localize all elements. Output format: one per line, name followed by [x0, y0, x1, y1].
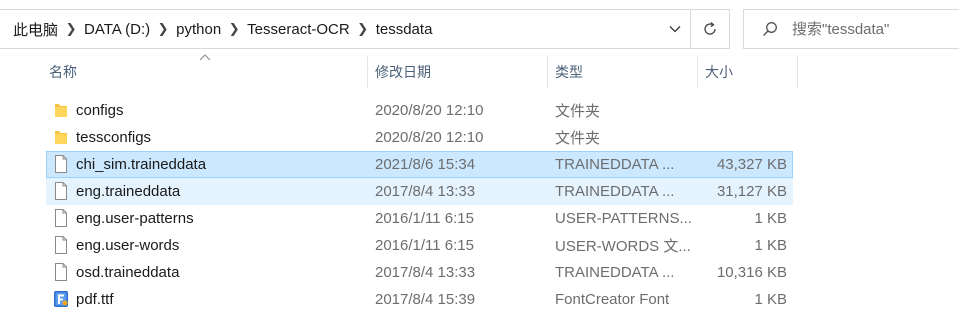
file-row[interactable]: configs 2020/8/20 12:10 文件夹 [46, 97, 793, 124]
column-header-name[interactable]: 名称 [49, 56, 367, 88]
file-row[interactable]: osd.traineddata 2017/8/4 13:33 TRAINEDDA… [46, 259, 793, 286]
file-row-selected[interactable]: chi_sim.traineddata 2021/8/6 15:34 TRAIN… [46, 151, 793, 178]
file-name: configs [76, 102, 124, 119]
column-divider[interactable] [547, 56, 548, 88]
address-bar[interactable]: 此电脑 ❯ DATA (D:) ❯ python ❯ Tesseract-OCR… [0, 9, 730, 49]
chevron-right-icon[interactable]: ❯ [61, 21, 81, 37]
column-divider[interactable] [697, 56, 698, 88]
file-name: eng.user-patterns [76, 210, 194, 227]
file-name: pdf.ttf [76, 291, 114, 308]
folder-icon [55, 104, 67, 117]
file-type: 文件夹 [555, 130, 601, 147]
file-type: USER-WORDS 文... [555, 238, 691, 255]
file-icon [55, 236, 67, 254]
file-size: 1 KB [754, 210, 787, 227]
file-type: USER-PATTERNS... [555, 210, 692, 227]
column-header-size[interactable]: 大小 [705, 56, 797, 88]
font-file-icon [54, 291, 68, 307]
breadcrumb-tesseract[interactable]: Tesseract-OCR [244, 21, 353, 38]
column-divider[interactable] [797, 56, 798, 88]
file-name: osd.traineddata [76, 264, 180, 281]
file-name: chi_sim.traineddata [76, 156, 207, 173]
file-row[interactable]: tessconfigs 2020/8/20 12:10 文件夹 [46, 124, 793, 151]
file-name: eng.traineddata [76, 183, 181, 200]
file-row[interactable]: eng.user-words 2016/1/11 6:15 USER-WORDS… [46, 232, 793, 259]
column-header-type-label: 类型 [555, 64, 583, 80]
file-icon [55, 155, 67, 173]
breadcrumb-drive[interactable]: DATA (D:) [81, 21, 153, 38]
breadcrumb-tessdata[interactable]: tessdata [373, 21, 436, 38]
column-header-date-label: 修改日期 [375, 64, 431, 80]
file-date: 2017/8/4 13:33 [375, 183, 476, 200]
file-type: FontCreator Font [555, 291, 670, 308]
search-icon [763, 22, 777, 36]
file-date: 2017/8/4 13:33 [375, 264, 476, 281]
file-type: TRAINEDDATA ... [555, 264, 675, 281]
file-type: TRAINEDDATA ... [555, 183, 675, 200]
file-name: eng.user-words [76, 237, 180, 254]
file-row-hover[interactable]: eng.traineddata 2017/8/4 13:33 TRAINEDDA… [46, 178, 793, 205]
breadcrumb-this-pc[interactable]: 此电脑 [10, 19, 61, 40]
search-input[interactable] [792, 10, 952, 48]
file-row[interactable]: eng.user-patterns 2016/1/11 6:15 USER-PA… [46, 205, 793, 232]
chevron-right-icon[interactable]: ❯ [224, 21, 244, 37]
file-size: 31,127 KB [716, 183, 787, 200]
chevron-down-icon [669, 26, 681, 33]
file-icon [55, 182, 67, 200]
column-header-date[interactable]: 修改日期 [375, 56, 547, 88]
file-date: 2016/1/11 6:15 [375, 237, 474, 254]
search-box[interactable] [743, 9, 959, 49]
chevron-right-icon[interactable]: ❯ [353, 21, 373, 37]
file-icon [55, 209, 67, 227]
file-date: 2020/8/20 12:10 [375, 102, 484, 119]
chevron-right-icon[interactable]: ❯ [153, 21, 173, 37]
refresh-button[interactable] [690, 9, 729, 49]
file-icon [55, 263, 67, 281]
file-date: 2016/1/11 6:15 [375, 210, 474, 227]
file-date: 2020/8/20 12:10 [375, 129, 484, 146]
file-size: 10,316 KB [716, 264, 787, 281]
file-type: TRAINEDDATA ... [555, 156, 675, 173]
file-name: tessconfigs [76, 129, 152, 146]
file-row[interactable]: pdf.ttf 2017/8/4 15:39 FontCreator Font … [46, 286, 793, 313]
column-header-name-label: 名称 [49, 64, 77, 80]
column-divider[interactable] [367, 56, 368, 88]
column-header-size-label: 大小 [705, 64, 733, 80]
file-type: 文件夹 [555, 103, 601, 120]
address-history-dropdown[interactable] [660, 10, 690, 48]
file-date: 2017/8/4 15:39 [375, 291, 476, 308]
file-size: 43,327 KB [716, 156, 787, 173]
file-size: 1 KB [754, 237, 787, 254]
file-date: 2021/8/6 15:34 [375, 156, 476, 173]
column-header-type[interactable]: 类型 [555, 56, 697, 88]
file-size: 1 KB [754, 291, 787, 308]
breadcrumb: 此电脑 ❯ DATA (D:) ❯ python ❯ Tesseract-OCR… [10, 10, 435, 48]
refresh-icon [704, 22, 716, 35]
breadcrumb-python[interactable]: python [173, 21, 224, 38]
folder-icon [55, 131, 67, 144]
